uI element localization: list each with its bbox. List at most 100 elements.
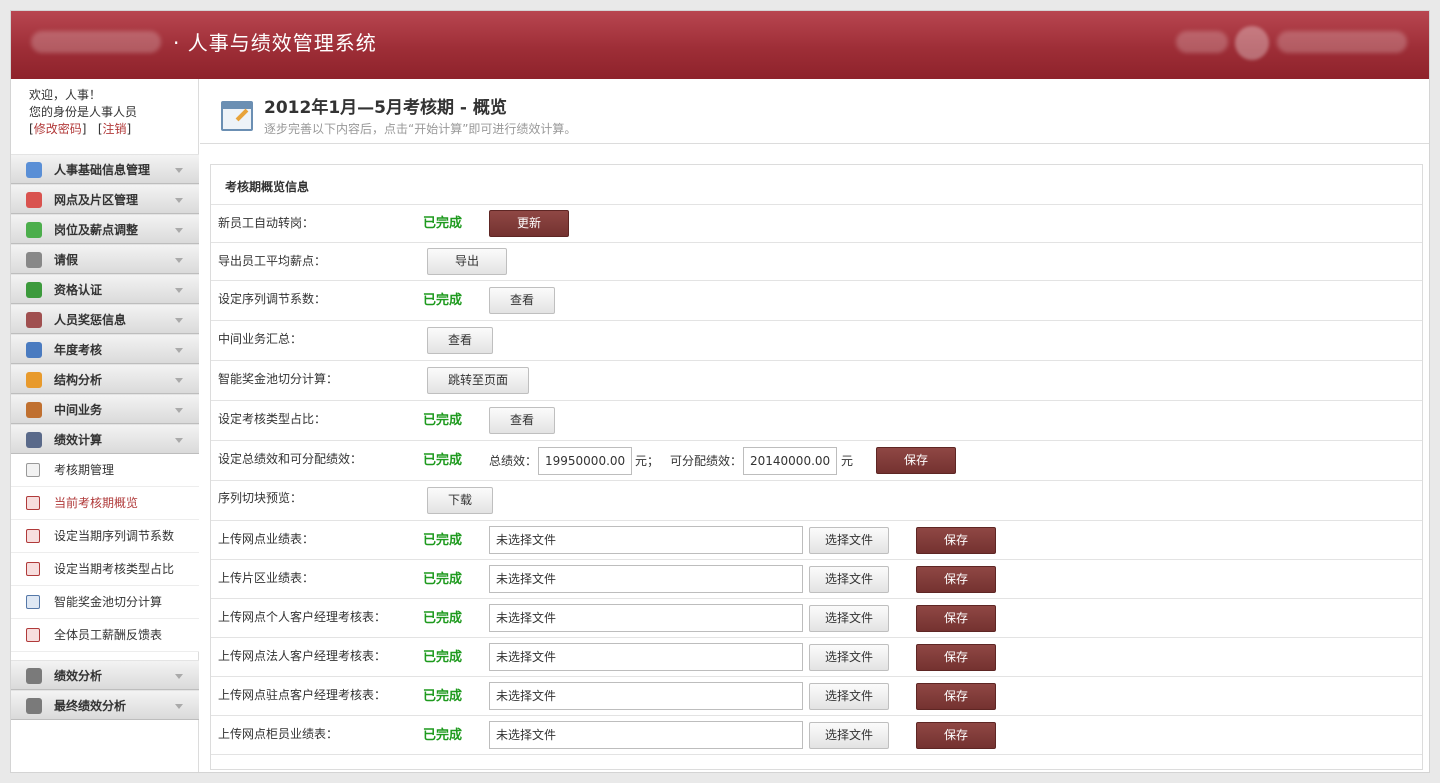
brand-text-blurred [1176, 31, 1228, 53]
choose-file-button[interactable]: 选择文件 [809, 566, 889, 593]
sidebar-category-t9[interactable]: 绩效计算 [11, 424, 199, 454]
sidebar-category-t1[interactable]: 网点及片区管理 [11, 184, 199, 214]
file-input[interactable]: 未选择文件 [489, 565, 803, 593]
calendar-edit-icon [221, 101, 253, 131]
update-button[interactable]: 更新 [489, 210, 569, 237]
save-upload-button[interactable]: 保存 [916, 683, 996, 710]
file-input[interactable]: 未选择文件 [489, 526, 803, 554]
sidebar-category-label: 年度考核 [54, 343, 103, 357]
row-label: 上传网点个人客户经理考核表： [218, 610, 387, 624]
row-label: 设定考核类型占比： [218, 412, 327, 426]
book-icon [26, 312, 42, 328]
save-upload-button[interactable]: 保存 [916, 722, 996, 749]
sidebar-subitem-label: 设定当期考核类型占比 [54, 562, 175, 576]
change-password-link[interactable]: 修改密码 [34, 122, 82, 136]
sidebar-subitem-3[interactable]: 设定当期考核类型占比 [11, 553, 199, 586]
sidebar-category-t8[interactable]: 中间业务 [11, 394, 199, 424]
chevron-down-icon [175, 198, 183, 203]
coins-icon [26, 402, 42, 418]
network-icon [26, 192, 42, 208]
sidebar-category-label: 人员奖惩信息 [54, 313, 127, 327]
save-upload-button[interactable]: 保存 [916, 644, 996, 671]
upload-row: 上传网点驻点客户经理考核表： 已完成 未选择文件 选择文件 保存 [211, 677, 1422, 716]
view-ratio-button[interactable]: 查看 [489, 407, 555, 434]
document-icon [26, 628, 40, 642]
sidebar: 欢迎，人事！ 您的身份是人事人员 [修改密码] [注销] 人事基础信息管理 网点及… [11, 79, 199, 772]
file-input[interactable]: 未选择文件 [489, 721, 803, 749]
chevron-down-icon [175, 704, 183, 709]
choose-file-button[interactable]: 选择文件 [809, 683, 889, 710]
sidebar-subitem-label: 全体员工薪酬反馈表 [54, 628, 163, 642]
jump-page-button[interactable]: 跳转至页面 [427, 367, 529, 394]
allocatable-performance-input[interactable]: 20140000.00 [743, 447, 837, 475]
status-done: 已完成 [423, 689, 463, 704]
status-done: 已完成 [423, 293, 463, 308]
status-done: 已完成 [423, 216, 463, 231]
choose-file-button[interactable]: 选择文件 [809, 527, 889, 554]
sidebar-subitem-label: 设定当期序列调节系数 [54, 529, 175, 543]
file-input[interactable]: 未选择文件 [489, 643, 803, 671]
sidebar-category-label: 请假 [54, 253, 79, 267]
row-auto-transfer: 新员工自动转岗： 已完成 更新 [211, 205, 1422, 243]
sidebar-subitem-1[interactable]: 当前考核期概览 [11, 487, 199, 520]
save-upload-button[interactable]: 保存 [916, 527, 996, 554]
sidebar-subitem-label: 当前考核期概览 [54, 496, 139, 510]
row-label: 新员工自动转岗： [218, 216, 315, 230]
upload-row: 上传网点柜员业绩表： 已完成 未选择文件 选择文件 保存 [211, 716, 1422, 755]
choose-file-button[interactable]: 选择文件 [809, 644, 889, 671]
save-performance-button[interactable]: 保存 [876, 447, 956, 474]
save-upload-button[interactable]: 保存 [916, 566, 996, 593]
sidebar-subitem-2[interactable]: 设定当期序列调节系数 [11, 520, 199, 553]
user-icon [26, 162, 42, 178]
sidebar-category-t7[interactable]: 结构分析 [11, 364, 199, 394]
graph-icon [26, 342, 42, 358]
row-export-salary: 导出员工平均薪点： 导出 [211, 243, 1422, 281]
chevron-down-icon [175, 168, 183, 173]
app-header: · 人事与绩效管理系统 [11, 11, 1429, 79]
welcome-text: 欢迎，人事！ [29, 88, 102, 102]
sidebar-category-label: 人事基础信息管理 [54, 163, 151, 177]
bank-logo-icon [1235, 26, 1269, 60]
choose-file-button[interactable]: 选择文件 [809, 722, 889, 749]
chevron-down-icon [175, 288, 183, 293]
sidebar-subitem-5[interactable]: 全体员工薪酬反馈表 [11, 619, 199, 652]
document-icon [26, 562, 40, 576]
status-done: 已完成 [423, 533, 463, 548]
sidebar-menu: 人事基础信息管理 网点及片区管理 岗位及薪点调整 请假资格认证人员奖惩信息 年度考核结构… [11, 154, 199, 720]
sidebar-subitem-0[interactable]: 考核期管理 [11, 454, 199, 487]
export-button[interactable]: 导出 [427, 248, 507, 275]
choose-file-button[interactable]: 选择文件 [809, 605, 889, 632]
sidebar-category-b0[interactable]: 绩效分析 [11, 660, 199, 690]
sidebar-category-t4[interactable]: 资格认证 [11, 274, 199, 304]
upload-row: 上传网点法人客户经理考核表： 已完成 未选择文件 选择文件 保存 [211, 638, 1422, 677]
status-done: 已完成 [423, 453, 463, 468]
file-input[interactable]: 未选择文件 [489, 682, 803, 710]
view-sequence-button[interactable]: 查看 [489, 287, 555, 314]
total-performance-input[interactable]: 19950000.00 [538, 447, 632, 475]
list-icon [26, 698, 42, 714]
sidebar-category-t3[interactable]: 请假 [11, 244, 199, 274]
sidebar-category-label: 绩效分析 [54, 669, 103, 683]
sidebar-category-label: 岗位及薪点调整 [54, 223, 139, 237]
row-label: 导出员工平均薪点： [218, 254, 327, 268]
sidebar-category-label: 结构分析 [54, 373, 103, 387]
row-label: 智能奖金池切分计算： [218, 372, 339, 386]
sidebar-category-t2[interactable]: 岗位及薪点调整 [11, 214, 199, 244]
logout-link[interactable]: 注销 [103, 122, 127, 136]
download-button[interactable]: 下载 [427, 487, 493, 514]
sidebar-subitem-4[interactable]: 智能奖金池切分计算 [11, 586, 199, 619]
unit-yuan: 元 [841, 454, 854, 468]
save-upload-button[interactable]: 保存 [916, 605, 996, 632]
sidebar-category-label: 绩效计算 [54, 433, 103, 447]
sidebar-category-t5[interactable]: 人员奖惩信息 [11, 304, 199, 334]
status-done: 已完成 [423, 413, 463, 428]
sidebar-category-b1[interactable]: 最终绩效分析 [11, 690, 199, 720]
row-label: 上传网点柜员业绩表： [218, 727, 339, 741]
sidebar-category-t0[interactable]: 人事基础信息管理 [11, 154, 199, 184]
app-title: · 人事与绩效管理系统 [173, 31, 377, 55]
sidebar-category-t6[interactable]: 年度考核 [11, 334, 199, 364]
sidebar-category-label: 网点及片区管理 [54, 193, 139, 207]
chevron-down-icon [175, 228, 183, 233]
file-input[interactable]: 未选择文件 [489, 604, 803, 632]
view-business-button[interactable]: 查看 [427, 327, 493, 354]
